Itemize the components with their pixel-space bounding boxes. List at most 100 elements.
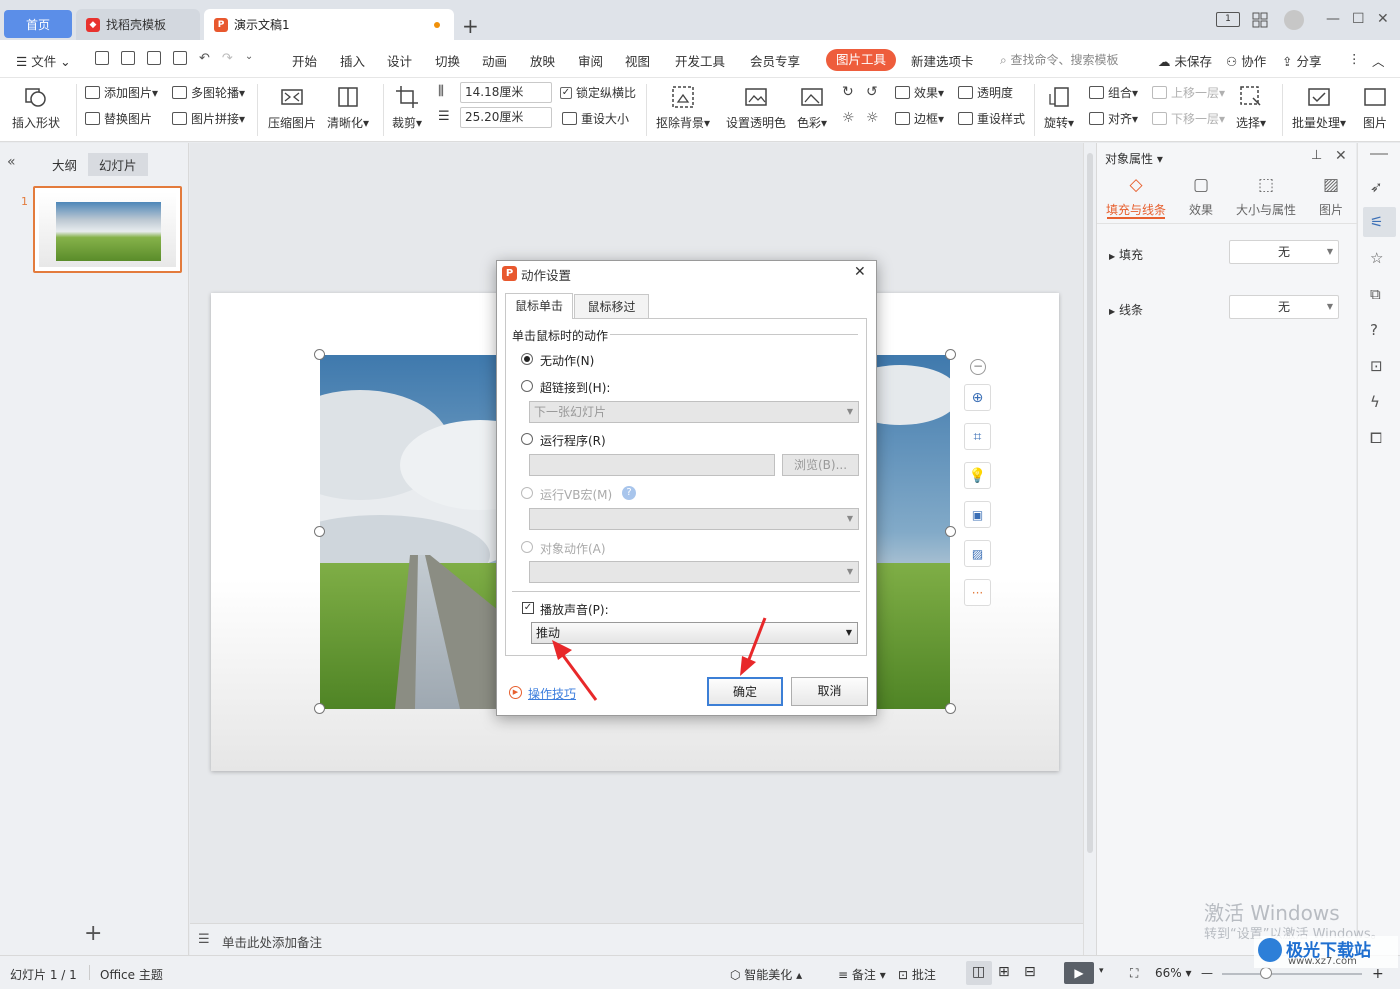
minimize-icon[interactable]: — <box>1326 11 1340 27</box>
command-search[interactable]: ⌕ 查找命令、搜索模板 <box>1000 51 1119 68</box>
customize-icon[interactable]: ⌄ <box>245 51 253 66</box>
menu-view[interactable]: 视图 <box>625 51 650 70</box>
save-icon[interactable] <box>95 51 109 65</box>
fill-section[interactable]: ▶ 填充 <box>1109 246 1143 263</box>
transparency-button[interactable]: 透明度 <box>958 84 1013 101</box>
tab-mouse-over[interactable]: 鼠标移过 <box>574 294 649 319</box>
color-button[interactable]: 色彩▾ <box>797 80 827 131</box>
brightness-up-icon[interactable]: ☼ <box>842 110 855 126</box>
resize-handle-ne[interactable] <box>945 349 956 360</box>
border-button[interactable]: 边框 ▾ <box>895 110 944 127</box>
resize-handle-sw[interactable] <box>314 703 325 714</box>
resize-handle-e[interactable] <box>945 526 956 537</box>
redo-icon[interactable]: ↷ <box>222 51 233 66</box>
zoom-out-icon[interactable]: − <box>970 359 986 375</box>
play-options-icon[interactable]: ▾ <box>1099 966 1104 976</box>
tab-size-props[interactable]: ⬚ 大小与属性 <box>1234 175 1298 218</box>
menu-picture-tools[interactable]: 图片工具 <box>826 49 896 71</box>
export-icon[interactable] <box>121 51 135 65</box>
line-select[interactable]: 无 ▼ <box>1229 295 1339 319</box>
tab-document[interactable]: P 演示文稿1 <box>204 9 454 40</box>
file-menu[interactable]: ☰ 文件 ⌄ <box>16 51 71 70</box>
effects-button[interactable]: 效果 ▾ <box>895 84 944 101</box>
menu-animation[interactable]: 动画 <box>482 51 507 70</box>
properties-icon[interactable]: ⚟ <box>1370 213 1389 232</box>
close-window-icon[interactable]: ✕ <box>1377 11 1389 27</box>
more-options-button[interactable]: ··· <box>964 579 991 606</box>
rotate-button[interactable]: 旋转▾ <box>1044 80 1074 131</box>
remove-background-button[interactable]: 抠除背景▾ <box>656 80 710 131</box>
slide-thumbnail[interactable] <box>33 186 182 273</box>
run-program-radio[interactable] <box>521 433 533 445</box>
rotate-left-icon[interactable]: ↻ <box>842 84 854 100</box>
lightning-icon[interactable]: ϟ <box>1370 393 1389 412</box>
brightness-down-icon[interactable]: ☼ <box>866 110 879 126</box>
set-transparent-button[interactable]: 设置透明色 <box>726 80 786 131</box>
bring-forward-button[interactable]: 上移一层 ▾ <box>1152 84 1225 101</box>
fit-window-icon[interactable]: ⛶ <box>1130 966 1138 981</box>
preview-icon[interactable] <box>173 51 187 65</box>
dialog-close-icon[interactable]: ✕ <box>854 264 866 280</box>
normal-view-icon[interactable]: ◫ <box>972 964 985 980</box>
properties-title[interactable]: 对象属性 ▾ <box>1105 150 1163 167</box>
tab-picture[interactable]: ▨ 图片 <box>1299 175 1363 218</box>
picture-button[interactable]: 图片 <box>1362 80 1388 131</box>
select-button[interactable]: 选择▾ <box>1236 80 1266 131</box>
book-icon[interactable]: ⧠ <box>1370 429 1389 448</box>
pin-icon[interactable]: ⊥ <box>1311 148 1322 163</box>
collapse-panel-icon[interactable]: « <box>7 154 16 170</box>
menu-new-tab[interactable]: 新建选项卡 <box>911 51 974 70</box>
sorter-view-icon[interactable]: ⊞ <box>998 964 1010 980</box>
zoom-picture-button[interactable]: ⊕ <box>964 384 991 411</box>
tab-mouse-click[interactable]: 鼠标单击 <box>505 293 573 319</box>
share-button[interactable]: ⇪ 分享 <box>1282 51 1321 70</box>
menu-slideshow[interactable]: 放映 <box>530 51 555 70</box>
lock-ratio-checkbox[interactable]: ✓ 锁定纵横比 <box>560 84 636 101</box>
reset-size-button[interactable]: 重设大小 <box>562 110 629 127</box>
menu-transition[interactable]: 切换 <box>435 51 460 70</box>
tab-slides[interactable]: 幻灯片 <box>88 153 148 176</box>
picture-collage-button[interactable]: 图片拼接 ▾ <box>172 110 245 127</box>
tab-effects[interactable]: ▢ 效果 <box>1169 175 1233 218</box>
zoom-in-button[interactable]: + <box>1372 966 1384 982</box>
window-layout-icon[interactable]: 1 <box>1216 12 1240 27</box>
menu-design[interactable]: 设计 <box>387 51 412 70</box>
align-button[interactable]: 对齐 ▾ <box>1089 110 1138 127</box>
add-picture-button[interactable]: 添加图片 ▾ <box>85 84 158 101</box>
tab-fill-line[interactable]: ◇ 填充与线条 <box>1104 175 1168 218</box>
zoom-level[interactable]: 66% ▾ <box>1155 966 1192 980</box>
compress-picture-button[interactable]: 压缩图片 <box>268 80 316 131</box>
resize-handle-w[interactable] <box>314 526 325 537</box>
play-sound-checkbox[interactable]: ✓ <box>522 602 534 614</box>
reading-view-icon[interactable]: ⊟ <box>1024 964 1036 980</box>
height-input[interactable]: 25.20厘米 <box>460 107 552 128</box>
line-section[interactable]: ▶ 线条 <box>1109 301 1143 318</box>
zoom-out-button[interactable]: — <box>1201 966 1213 980</box>
play-button[interactable]: ▶ <box>1064 962 1094 984</box>
program-path-input[interactable] <box>529 454 775 476</box>
insert-shape-button[interactable]: 插入形状 <box>12 80 60 131</box>
avatar[interactable] <box>1284 10 1304 30</box>
macro-select[interactable]: ▼ <box>529 508 859 530</box>
help-icon[interactable]: ? <box>1370 321 1389 340</box>
beautify-button[interactable]: ⬡ 智能美化 ▴ <box>730 966 802 983</box>
multi-carousel-button[interactable]: 多图轮播 ▾ <box>172 84 245 101</box>
send-backward-button[interactable]: 下移一层 ▾ <box>1152 110 1225 127</box>
cancel-button[interactable]: 取消 <box>791 677 868 706</box>
menu-member[interactable]: 会员专享 <box>750 51 800 70</box>
scrollbar-thumb[interactable] <box>1087 153 1093 853</box>
more-icon[interactable]: ⋮ <box>1348 51 1361 66</box>
zoom-slider-thumb[interactable] <box>1260 967 1272 979</box>
add-slide-button[interactable]: + <box>84 921 102 946</box>
new-tab-button[interactable]: + <box>462 14 479 38</box>
zoom-slider[interactable] <box>1222 973 1362 975</box>
clarity-button[interactable]: 清晰化▾ <box>327 80 369 131</box>
run-macro-radio[interactable] <box>521 487 533 499</box>
fill-select[interactable]: 无 ▼ <box>1229 240 1339 264</box>
collab-button[interactable]: ⚇ 协作 <box>1226 51 1266 70</box>
object-action-radio[interactable] <box>521 541 533 553</box>
help-icon[interactable]: ? <box>622 486 636 500</box>
comments-button[interactable]: ⊡ 批注 <box>898 966 936 983</box>
notes-button[interactable]: ≡ 备注 ▾ <box>838 966 886 983</box>
crop-button[interactable]: 裁剪▾ <box>392 80 422 131</box>
